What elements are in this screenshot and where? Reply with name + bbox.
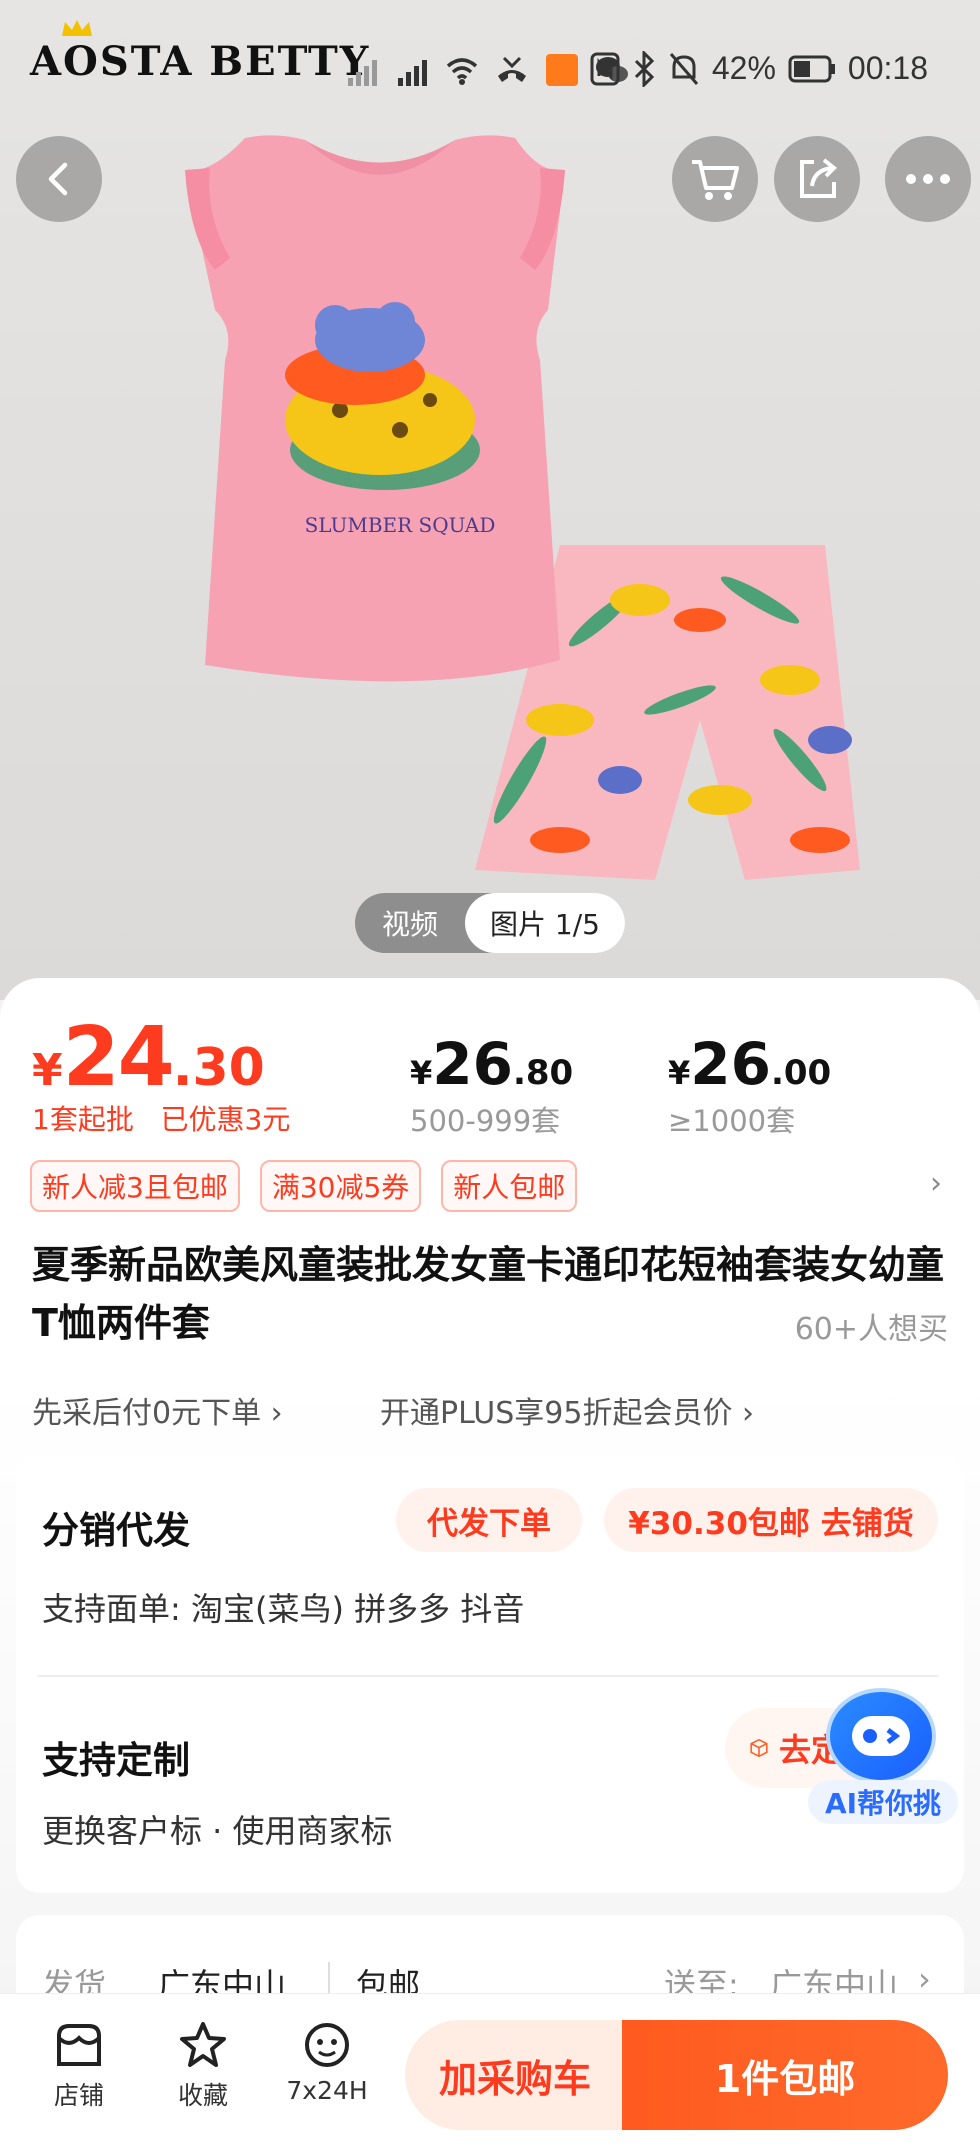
coupon-tag[interactable]: 满30减5券 bbox=[259, 1160, 422, 1212]
min-order: 1套起批 bbox=[32, 1103, 134, 1136]
ai-assistant-button[interactable]: AI帮你挑 bbox=[808, 1688, 958, 1828]
signal-icon bbox=[398, 60, 427, 86]
more-icon bbox=[906, 174, 950, 184]
coupon-tag[interactable]: 新人包邮 bbox=[441, 1160, 578, 1212]
shirt-print-text: SLUMBER SQUAD bbox=[305, 513, 496, 537]
box-icon bbox=[750, 1738, 768, 1758]
list-product-button[interactable]: ¥30.30包邮 去铺货 bbox=[604, 1488, 938, 1552]
tshirt-image bbox=[185, 135, 565, 682]
supported-platforms: 支持面单: 淘宝(菜鸟) 拼多多 抖音 bbox=[42, 1590, 525, 1628]
tier-price-2: ¥26.00 bbox=[668, 1030, 832, 1098]
dropship-order-button[interactable]: 代发下单 bbox=[396, 1488, 582, 1552]
shop-icon bbox=[57, 2024, 101, 2066]
tier-qty-1: 500-999套 bbox=[410, 1104, 561, 1138]
app-notification-icon bbox=[546, 54, 578, 86]
coupon-more-chevron-icon[interactable]: › bbox=[930, 1166, 942, 1201]
bluetooth-icon bbox=[634, 50, 654, 87]
add-to-cart-button[interactable]: 加采购车 bbox=[405, 2020, 625, 2130]
video-tab[interactable]: 视频 bbox=[355, 893, 465, 953]
brand-logo: AOSTA BETTY bbox=[30, 20, 370, 85]
coupon-tag[interactable]: 新人减3且包邮 bbox=[30, 1160, 240, 1212]
wants-count: 60+人想买 bbox=[794, 1312, 948, 1347]
clock: 00:18 bbox=[847, 50, 928, 86]
tier-qty-2: ≥1000套 bbox=[668, 1104, 796, 1138]
main-price: ¥24.30 bbox=[32, 1010, 265, 1105]
distribution-title: 分销代发 bbox=[42, 1509, 190, 1552]
customization-title: 支持定制 bbox=[42, 1739, 190, 1782]
product-image-area[interactable]: SLUMBER SQUAD AOSTA BETTY 42% 00:18 视频 图… bbox=[0, 0, 980, 1000]
more-button[interactable] bbox=[885, 136, 971, 222]
share-button[interactable] bbox=[774, 136, 860, 222]
no-sim-icon bbox=[348, 60, 377, 86]
missed-call-icon bbox=[498, 56, 526, 82]
back-arrow-icon bbox=[48, 162, 68, 196]
crown-icon bbox=[62, 20, 92, 36]
nfc-icon bbox=[590, 52, 620, 85]
price-subtext: 1套起批 已优惠3元 bbox=[32, 1098, 290, 1138]
tier-price-1: ¥26.80 bbox=[410, 1030, 574, 1098]
cart-icon bbox=[692, 160, 739, 200]
cart-button[interactable] bbox=[672, 136, 758, 222]
ai-label: AI帮你挑 bbox=[808, 1780, 958, 1824]
shop-tab[interactable]: 店铺 bbox=[24, 2020, 134, 2112]
favorite-tab[interactable]: 收藏 bbox=[148, 2020, 258, 2112]
media-toggle: 视频 图片 1/5 bbox=[355, 893, 625, 953]
ai-bot-icon bbox=[826, 1688, 936, 1784]
share-icon bbox=[800, 158, 837, 198]
chevron-right-icon: › bbox=[742, 1396, 755, 1431]
plus-member-link[interactable]: 开通PLUS享95折起会员价 › bbox=[380, 1388, 754, 1432]
battery-percent: 42% bbox=[711, 50, 776, 86]
battery-icon bbox=[788, 55, 835, 82]
pay-later-link[interactable]: 先采后付0元下单 › bbox=[32, 1388, 283, 1432]
status-icons bbox=[344, 50, 630, 90]
coupon-row: 新人减3且包邮 满30减5券 新人包邮 bbox=[30, 1160, 578, 1212]
customization-options: 更换客户标 · 使用商家标 bbox=[42, 1812, 393, 1850]
divider bbox=[38, 1675, 938, 1677]
back-button[interactable] bbox=[16, 136, 102, 222]
picture-tab[interactable]: 图片 1/5 bbox=[465, 893, 625, 953]
customer-service-tab[interactable]: 7x24H bbox=[272, 2020, 382, 2105]
star-icon bbox=[180, 2022, 226, 2067]
status-right: 42% 00:18 bbox=[590, 50, 928, 87]
chevron-right-icon: › bbox=[270, 1396, 283, 1431]
mute-icon bbox=[669, 52, 699, 85]
service-icon bbox=[305, 2023, 349, 2067]
wifi-icon bbox=[446, 58, 478, 85]
status-bar: AOSTA BETTY 42% 00:18 bbox=[0, 0, 980, 120]
discount-text: 已优惠3元 bbox=[160, 1103, 291, 1136]
buy-now-button[interactable]: 1件包邮 bbox=[622, 2020, 948, 2130]
